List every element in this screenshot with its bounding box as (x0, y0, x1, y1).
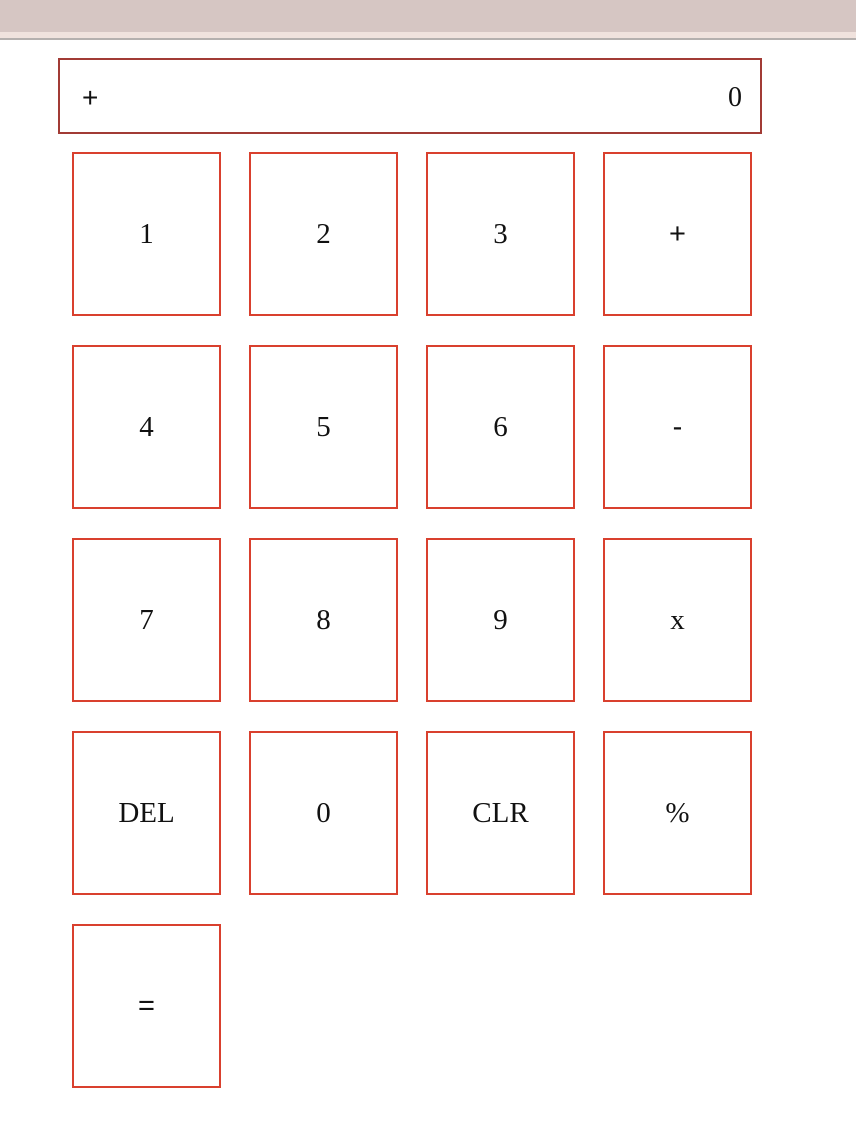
equals-button[interactable]: = (72, 924, 221, 1088)
key-5-button[interactable]: 5 (249, 345, 398, 509)
percent-button[interactable]: % (603, 731, 752, 895)
key-0-button[interactable]: 0 (249, 731, 398, 895)
key-4-button[interactable]: 4 (72, 345, 221, 509)
key-9-button[interactable]: 9 (426, 538, 575, 702)
key-3-button[interactable]: 3 (426, 152, 575, 316)
display-value: 0 (728, 82, 742, 113)
key-2-button[interactable]: 2 (249, 152, 398, 316)
display-operator: + (82, 82, 99, 113)
add-button[interactable]: + (603, 152, 752, 316)
delete-button[interactable]: DEL (72, 731, 221, 895)
browser-top-divider (0, 38, 856, 40)
browser-top-bar (0, 0, 856, 32)
clear-button[interactable]: CLR (426, 731, 575, 895)
key-1-button[interactable]: 1 (72, 152, 221, 316)
calculator-display: + 0 (58, 58, 762, 134)
subtract-button[interactable]: - (603, 345, 752, 509)
keypad: 1 2 3 + 4 5 6 - 7 8 9 x DEL 0 CLR % = (72, 152, 752, 1088)
multiply-button[interactable]: x (603, 538, 752, 702)
key-7-button[interactable]: 7 (72, 538, 221, 702)
key-8-button[interactable]: 8 (249, 538, 398, 702)
key-6-button[interactable]: 6 (426, 345, 575, 509)
